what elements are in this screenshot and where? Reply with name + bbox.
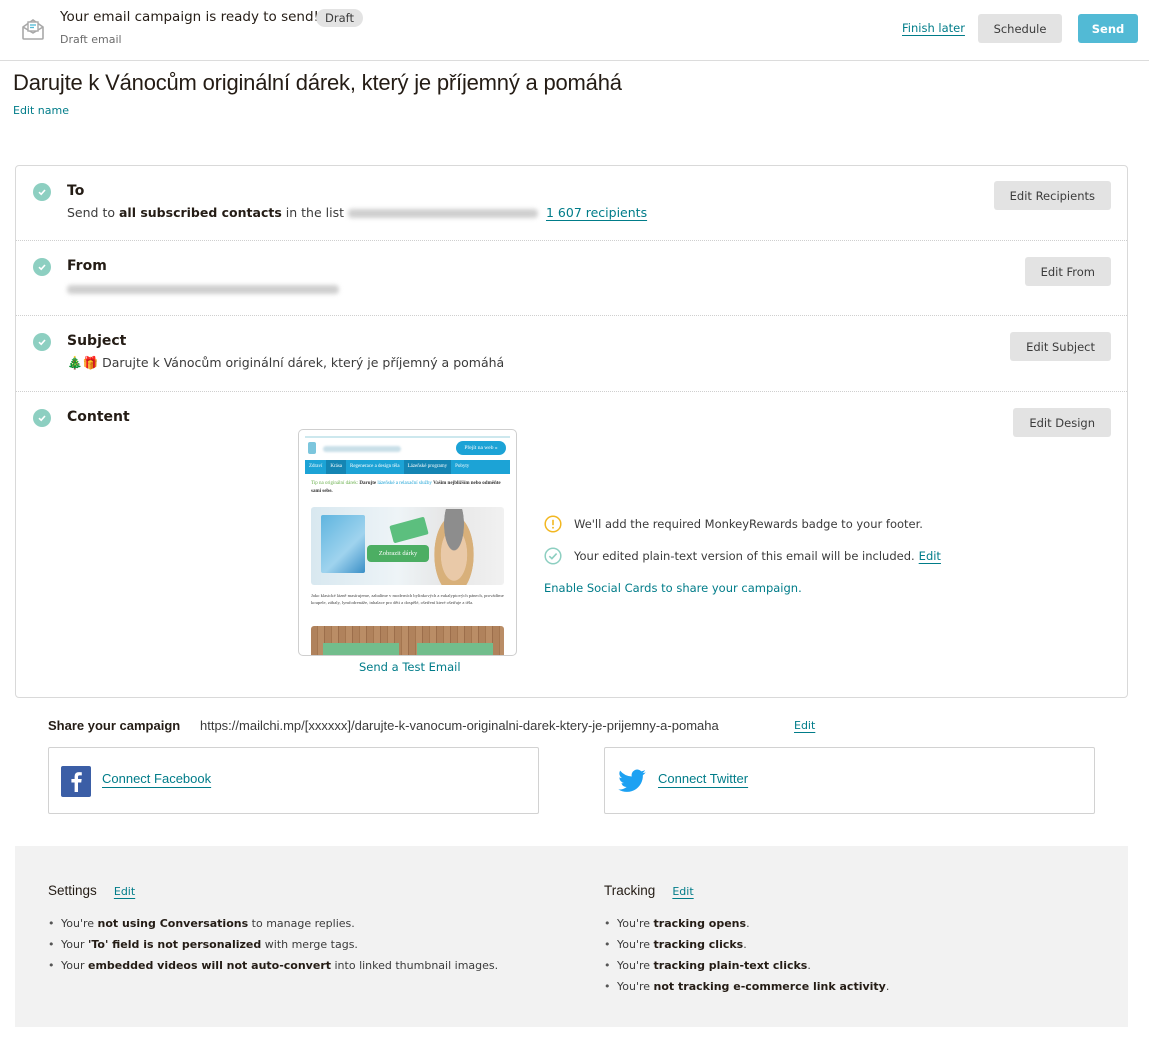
subject-description: 🎄🎁 Darujte k Vánocům originální dárek, k… — [67, 355, 504, 371]
tracking-item: You're tracking plain-text clicks. — [604, 955, 889, 976]
settings-section: Settings Edit You're not using Conversat… — [48, 880, 498, 976]
to-label: To — [67, 183, 85, 199]
tracking-item: You're not tracking e-commerce link acti… — [604, 976, 889, 997]
from-description — [67, 281, 343, 296]
preview-cta: Přejít na web » — [456, 441, 506, 455]
preview-wood-banner — [311, 626, 504, 655]
preview-nav-item: Regenerace a design těla — [350, 464, 400, 469]
preview-body-text: Jako klasické lázně masírujeme, zabalíme… — [311, 593, 504, 605]
from-label: From — [67, 258, 107, 274]
twitter-icon — [618, 769, 646, 792]
preview-brand — [323, 446, 401, 452]
preview-tip-green: Tip na originální dárek: — [311, 481, 359, 486]
blurred-list-name — [348, 209, 538, 218]
preview-gift-card — [389, 516, 429, 544]
subject-text: Darujte k Vánocům originální dárek, kter… — [102, 355, 505, 370]
schedule-button[interactable]: Schedule — [978, 14, 1062, 43]
preview-nav-item: Krása — [326, 460, 346, 474]
share-edit-link[interactable]: Edit — [794, 719, 815, 732]
tracking-edit-link[interactable]: Edit — [672, 885, 693, 898]
blurred-sender — [67, 285, 339, 294]
monkeyrewards-text: We'll add the required MonkeyRewards bad… — [574, 517, 923, 531]
preview-nav-item: Lázeňské programy — [403, 460, 452, 474]
preview-header: Přejít na web » — [305, 436, 510, 458]
settings-edit-link[interactable]: Edit — [114, 885, 135, 898]
settings-item: Your 'To' field is not personalized with… — [48, 934, 498, 955]
share-url: https://mailchi.mp/[xxxxxx]/darujte-k-va… — [200, 718, 719, 733]
facebook-icon — [61, 766, 91, 797]
plain-text-edit-link[interactable]: Edit — [919, 549, 941, 563]
preview-hero-button: Zobrazit dárky — [367, 545, 429, 562]
connect-facebook-card[interactable]: Connect Facebook — [48, 747, 539, 814]
edit-recipients-button[interactable]: Edit Recipients — [993, 181, 1111, 210]
to-prefix: Send to — [67, 205, 119, 220]
subject-emoji: 🎄🎁 — [67, 355, 99, 370]
preview-nav: Zdraví Krása Regenerace a design těla Lá… — [305, 460, 510, 474]
monkeyrewards-note: We'll add the required MonkeyRewards bad… — [544, 515, 923, 533]
checklist-row-content: Content Edit Design — [16, 392, 1127, 697]
preview-tip: Tip na originální dárek: Darujte lázeňsk… — [311, 480, 504, 496]
status-title: Your email campaign is ready to send! — [60, 9, 319, 25]
recipients-link[interactable]: 1 607 recipients — [546, 205, 647, 220]
preview-logo — [308, 442, 316, 454]
connect-twitter-link[interactable]: Connect Twitter — [658, 771, 748, 786]
send-button[interactable]: Send — [1078, 14, 1138, 43]
settings-title: Settings — [48, 883, 97, 898]
edit-subject-button[interactable]: Edit Subject — [1010, 332, 1111, 361]
content-label: Content — [67, 409, 130, 425]
campaign-name: Darujte k Vánocům originální dárek, kter… — [13, 70, 622, 95]
email-preview-thumbnail[interactable]: Přejít na web » Zdraví Krása Regenerace … — [298, 429, 517, 656]
preview-button-left — [323, 643, 399, 655]
connect-twitter-card[interactable]: Connect Twitter — [604, 747, 1095, 814]
tracking-title: Tracking — [604, 883, 656, 898]
edit-design-button[interactable]: Edit Design — [1013, 408, 1111, 437]
tracking-list: You're tracking opens. You're tracking c… — [604, 913, 889, 997]
tracking-item: You're tracking clicks. — [604, 934, 889, 955]
plain-text-note: Your edited plain-text version of this e… — [544, 547, 941, 565]
preview-tip-bold: Darujte — [359, 481, 377, 486]
status-subtitle: Draft email — [60, 33, 122, 46]
checklist-row-from: From Edit From — [16, 241, 1127, 316]
check-icon — [33, 409, 51, 427]
preview-tip-link: lázeňské a relaxační služby — [377, 481, 432, 486]
check-circle-icon — [544, 547, 562, 565]
finish-later-link[interactable]: Finish later — [902, 21, 965, 35]
to-description: Send to all subscribed contacts in the l… — [67, 205, 647, 220]
top-bar: Your email campaign is ready to send! Dr… — [0, 0, 1149, 61]
edit-name-link[interactable]: Edit name — [13, 104, 69, 117]
envelope-icon — [22, 19, 44, 40]
check-icon — [33, 183, 51, 201]
share-label: Share your campaign — [48, 718, 181, 733]
settings-item: Your embedded videos will not auto-conve… — [48, 955, 498, 976]
preview-model — [431, 509, 477, 585]
to-bold: all subscribed contacts — [118, 205, 282, 220]
settings-tracking-panel: Settings Edit You're not using Conversat… — [15, 846, 1128, 1027]
edit-from-button[interactable]: Edit From — [1024, 257, 1111, 286]
subject-label: Subject — [67, 333, 127, 349]
settings-item: You're not using Conversations to manage… — [48, 913, 498, 934]
tracking-item: You're tracking opens. — [604, 913, 889, 934]
checklist-row-to: To Send to all subscribed contacts in th… — [16, 166, 1127, 241]
preview-nav-item: Zdraví — [309, 464, 323, 469]
status-badge: Draft — [316, 9, 363, 27]
campaign-checklist: To Send to all subscribed contacts in th… — [15, 165, 1128, 698]
preview-button-right — [417, 643, 493, 655]
check-icon — [33, 333, 51, 351]
preview-gift-boxes — [321, 515, 365, 573]
to-middle: in the list — [281, 205, 344, 220]
check-icon — [33, 258, 51, 276]
settings-list: You're not using Conversations to manage… — [48, 913, 498, 976]
preview-nav-item: Pobyty — [455, 464, 470, 469]
enable-social-cards-link[interactable]: Enable Social Cards to share your campai… — [544, 581, 802, 595]
tracking-section: Tracking Edit You're tracking opens. You… — [604, 880, 889, 997]
connect-facebook-link[interactable]: Connect Facebook — [102, 771, 211, 786]
plain-text-text: Your edited plain-text version of this e… — [574, 549, 915, 563]
preview-hero-image: Zobrazit dárky — [311, 507, 504, 585]
send-test-email-link[interactable]: Send a Test Email — [359, 660, 461, 674]
warning-icon — [544, 515, 562, 533]
checklist-row-subject: Subject 🎄🎁 Darujte k Vánocům originální … — [16, 316, 1127, 392]
